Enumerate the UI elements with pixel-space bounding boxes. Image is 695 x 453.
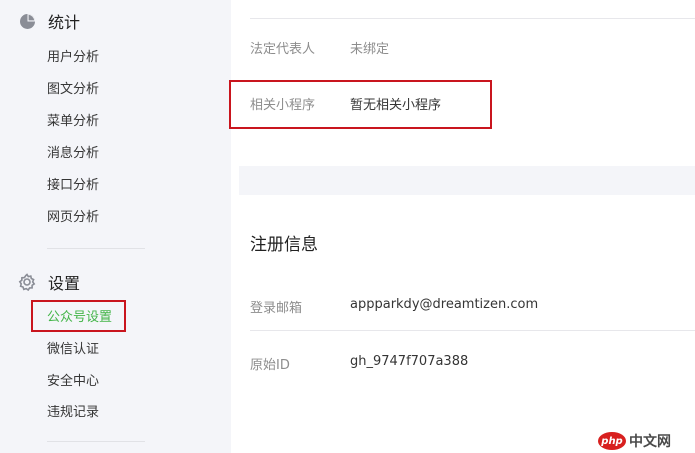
- sidebar-item-wechat-verification[interactable]: 微信认证: [47, 341, 99, 359]
- watermark-badge: php: [598, 432, 626, 450]
- login-email-label: 登录邮箱: [250, 301, 303, 316]
- login-email-value: appparkdy@dreamtizen.com: [350, 297, 539, 312]
- sidebar: 统计 用户分析 图文分析 菜单分析 消息分析 接口分析 网页分析 设置 公众号设…: [0, 0, 231, 453]
- sidebar-item-message-analysis[interactable]: 消息分析: [47, 145, 99, 163]
- original-id-label: 原始ID: [250, 358, 290, 373]
- sidebar-item-security-center[interactable]: 安全中心: [47, 373, 99, 391]
- watermark-text: 中文网: [629, 434, 671, 450]
- legal-rep-value: 未绑定: [350, 42, 390, 57]
- sidebar-section-title: 设置: [48, 274, 81, 293]
- highlight-box-mini-program: [229, 80, 492, 129]
- main-content: 法定代表人 未绑定 相关小程序 暂无相关小程序 注册信息 登录邮箱 apppar…: [229, 0, 695, 453]
- pie-chart-icon: [18, 12, 36, 30]
- sidebar-item-api-analysis[interactable]: 接口分析: [47, 177, 99, 195]
- section-separator-band: [239, 166, 695, 195]
- site-watermark: php 中文网: [598, 431, 671, 451]
- sidebar-section-title: 统计: [48, 13, 81, 32]
- gear-icon: [18, 273, 36, 291]
- sidebar-item-user-analysis[interactable]: 用户分析: [47, 49, 99, 67]
- sidebar-item-violation-records[interactable]: 违规记录: [47, 404, 99, 422]
- sidebar-item-article-analysis[interactable]: 图文分析: [47, 81, 99, 99]
- original-id-value: gh_9747f707a388: [350, 354, 469, 369]
- legal-rep-label: 法定代表人: [250, 42, 316, 57]
- sidebar-divider: [47, 248, 145, 249]
- row-divider: [250, 330, 695, 331]
- sidebar-item-webpage-analysis[interactable]: 网页分析: [47, 209, 99, 227]
- register-info-title: 注册信息: [250, 235, 318, 255]
- row-divider: [250, 18, 695, 19]
- sidebar-section-stats[interactable]: 统计: [18, 9, 80, 33]
- sidebar-section-settings[interactable]: 设置: [18, 270, 80, 294]
- sidebar-divider: [47, 441, 145, 442]
- highlight-box-account-settings: [31, 300, 126, 332]
- sidebar-item-menu-analysis[interactable]: 菜单分析: [47, 113, 99, 131]
